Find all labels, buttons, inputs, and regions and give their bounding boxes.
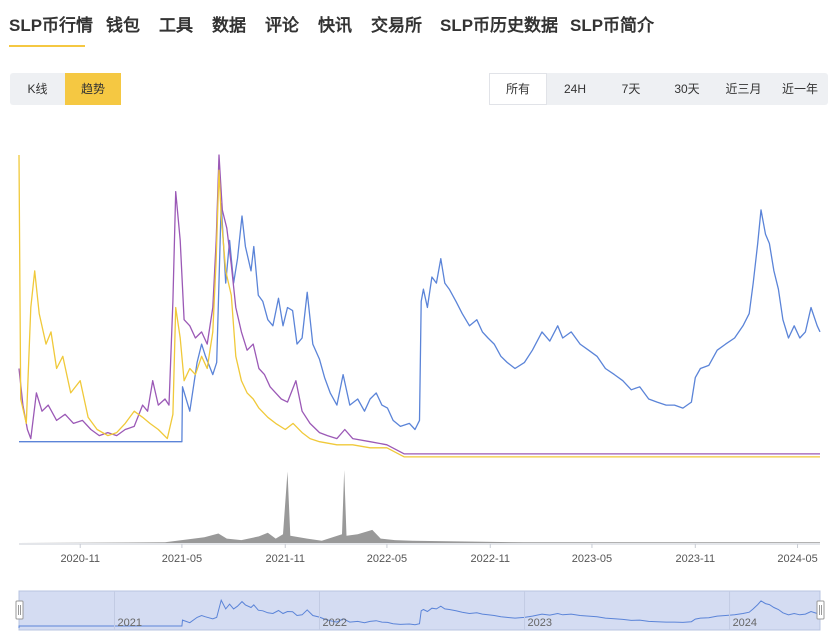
range-30d-button[interactable]: 30天 bbox=[659, 73, 715, 105]
x-tick-label: 2023-05 bbox=[572, 553, 612, 565]
view-toggle: K线 趋势 bbox=[10, 73, 121, 105]
tab-slp-intro[interactable]: SLP币简介 bbox=[570, 11, 654, 36]
trend-button[interactable]: 趋势 bbox=[65, 73, 121, 105]
volume-area bbox=[19, 470, 820, 543]
navigator-year-label: 2021 bbox=[117, 617, 141, 629]
navigator-right-handle[interactable] bbox=[816, 600, 825, 620]
tab-slp-market[interactable]: SLP币行情 bbox=[9, 11, 93, 36]
x-tick-label: 2021-05 bbox=[162, 553, 202, 565]
range-selector: 所有 24H 7天 30天 近三月 近一年 bbox=[489, 73, 828, 105]
tab-wallet[interactable]: 钱包 bbox=[106, 11, 140, 36]
range-1y-button[interactable]: 近一年 bbox=[772, 73, 828, 105]
x-tick-label: 2022-11 bbox=[470, 553, 510, 565]
navigator-year-label: 2023 bbox=[528, 617, 552, 629]
tab-news[interactable]: 快讯 bbox=[318, 11, 352, 36]
range-all-button[interactable]: 所有 bbox=[489, 73, 547, 105]
tab-data[interactable]: 数据 bbox=[212, 11, 246, 36]
kline-button[interactable]: K线 bbox=[10, 73, 65, 105]
range-7d-button[interactable]: 7天 bbox=[603, 73, 659, 105]
x-tick-label: 2022-05 bbox=[367, 553, 407, 565]
series-line-1 bbox=[19, 203, 821, 443]
navigator-left-handle[interactable] bbox=[15, 600, 24, 620]
x-tick-label: 2021-11 bbox=[265, 553, 305, 565]
range-24h-button[interactable]: 24H bbox=[547, 73, 603, 105]
navigator-year-label: 2022 bbox=[323, 617, 347, 629]
top-nav: SLP币行情 钱包 工具 数据 评论 快讯 交易所 SLP币历史数据 SLP币简… bbox=[0, 0, 830, 50]
range-3m-button[interactable]: 近三月 bbox=[715, 73, 772, 105]
x-tick-label: 2024-05 bbox=[777, 553, 817, 565]
navigator-year-label: 2024 bbox=[733, 617, 757, 629]
x-tick-label: 2023-11 bbox=[676, 553, 716, 565]
x-tick-label: 2020-11 bbox=[60, 553, 100, 565]
active-tab-underline bbox=[9, 45, 85, 47]
tab-comments[interactable]: 评论 bbox=[265, 11, 299, 36]
tab-tools[interactable]: 工具 bbox=[159, 11, 193, 36]
tab-slp-history[interactable]: SLP币历史数据 bbox=[440, 11, 558, 36]
price-trend-chart[interactable]: 2020-11 2021-05 2021-11 2022-05 2022-11 2023-… bbox=[0, 140, 830, 632]
tab-exchanges[interactable]: 交易所 bbox=[371, 11, 422, 36]
